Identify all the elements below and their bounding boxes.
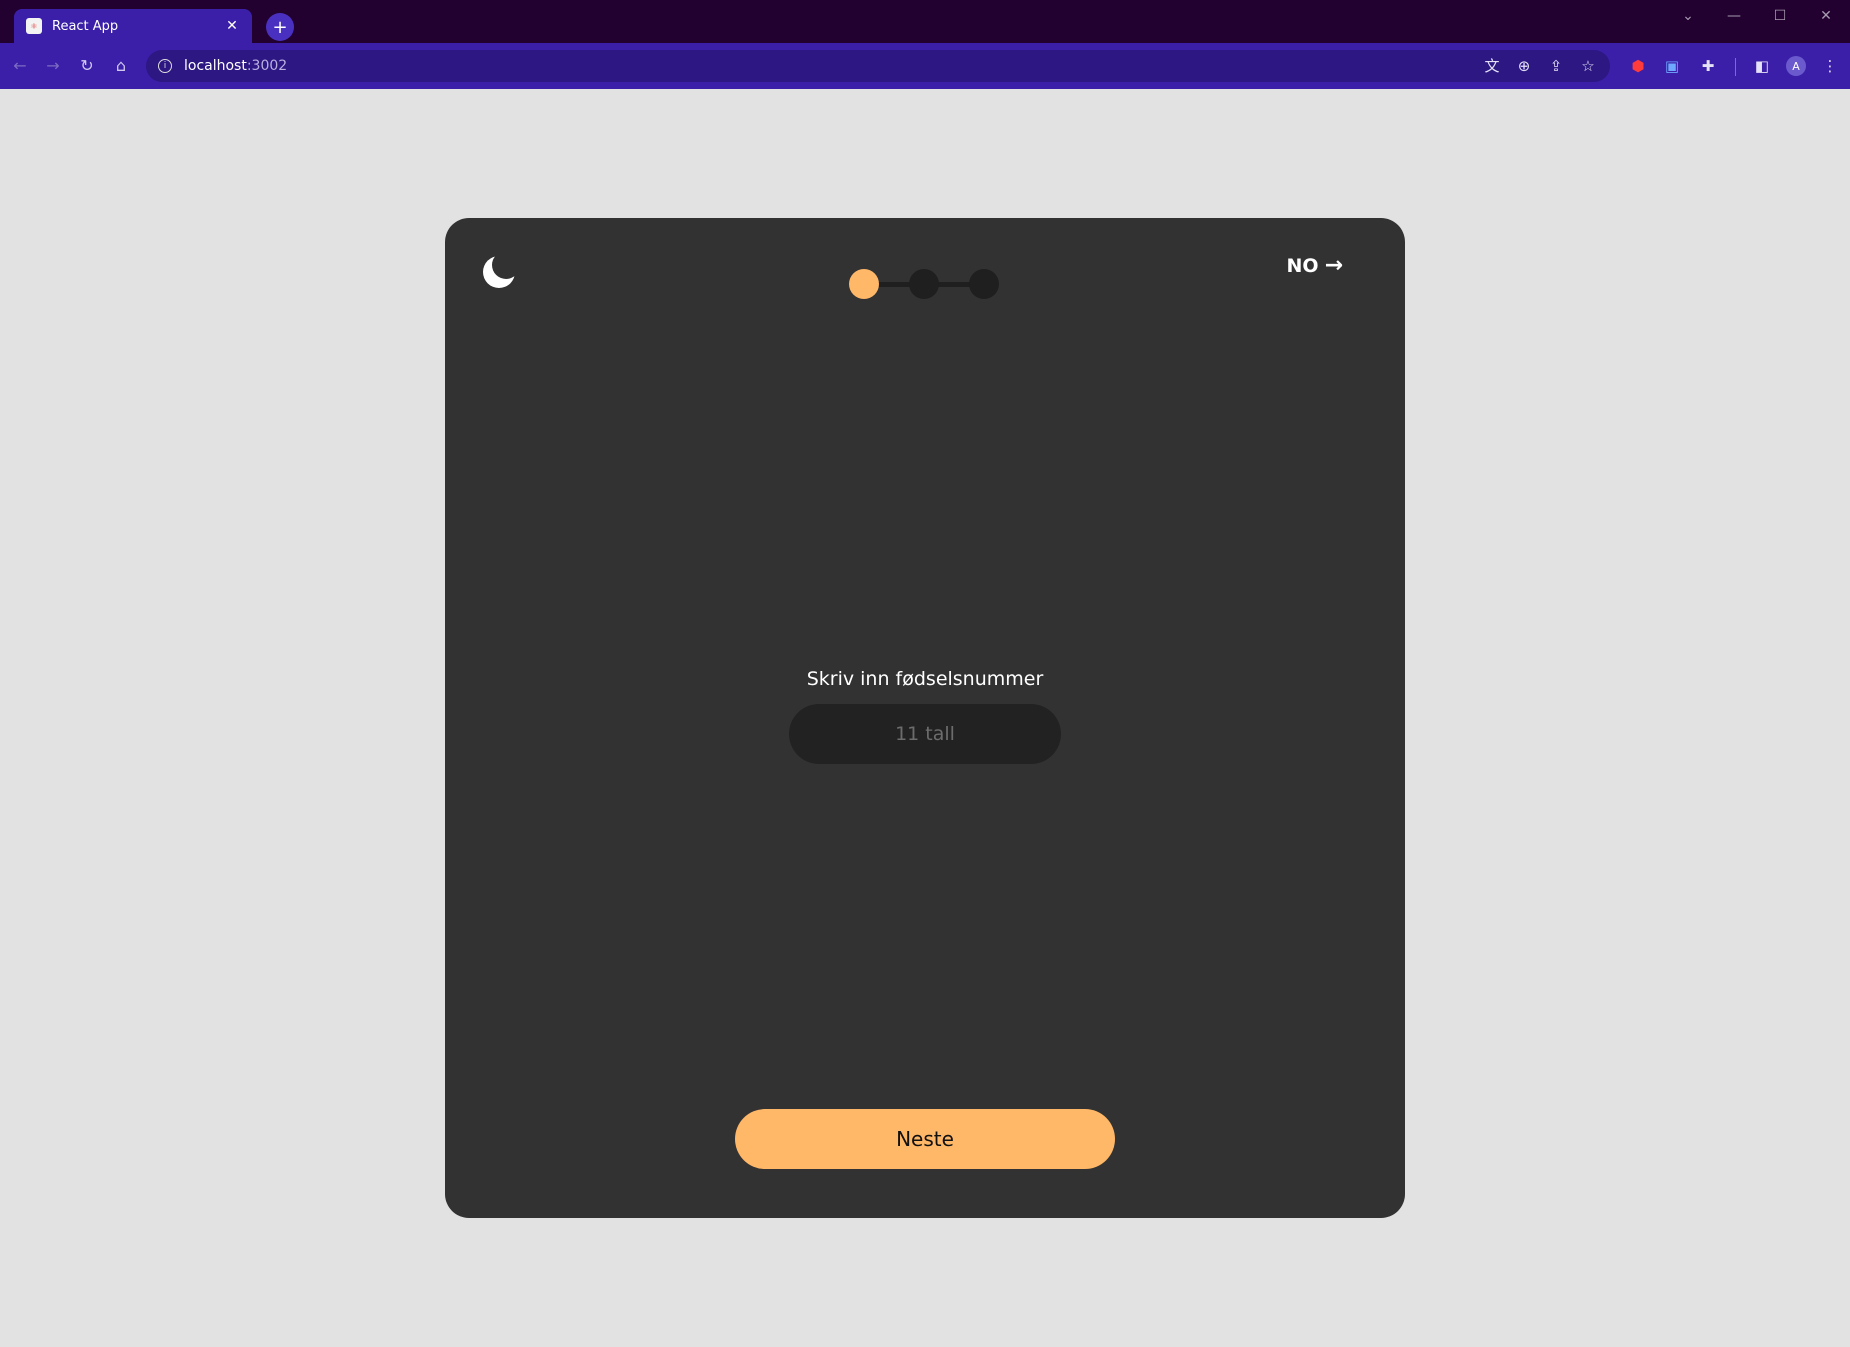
home-icon[interactable]: ⌂: [108, 53, 134, 79]
new-tab-button[interactable]: +: [266, 13, 294, 41]
browser-tab[interactable]: ⚛ React App ✕: [14, 9, 252, 43]
zoom-icon[interactable]: ⊕: [1512, 54, 1536, 78]
ssn-label: Skriv inn fødselsnummer: [806, 668, 1044, 690]
window-close-icon[interactable]: ✕: [1806, 4, 1846, 28]
step-connector: [937, 282, 973, 287]
react-favicon-icon: ⚛: [26, 18, 42, 34]
browser-toolbar: ← → ↻ ⌂ i localhost:3002 文 ⊕ ⇪ ☆ ⬢ ▣ ✚ ◧…: [0, 43, 1850, 89]
step-dot-2: [909, 269, 939, 299]
step-dot-1: [849, 269, 879, 299]
share-icon[interactable]: ⇪: [1544, 54, 1568, 78]
language-label: NO: [1286, 254, 1319, 277]
arrow-right-icon: →: [1324, 253, 1343, 278]
theme-toggle-moon-icon[interactable]: [481, 251, 520, 290]
language-switch[interactable]: NO →: [1287, 253, 1344, 278]
address-bar[interactable]: i localhost:3002: [146, 50, 1610, 82]
side-panel-icon[interactable]: ◧: [1750, 54, 1774, 78]
next-button[interactable]: Neste: [735, 1109, 1115, 1169]
back-icon[interactable]: ←: [7, 53, 33, 79]
progress-stepper: [849, 268, 1001, 300]
url-host: localhost: [184, 58, 247, 74]
profile-avatar[interactable]: A: [1786, 56, 1806, 76]
browser-menu-icon[interactable]: ⋮: [1818, 54, 1842, 78]
maximize-icon[interactable]: ☐: [1760, 4, 1800, 28]
browser-titlebar: ⚛ React App ✕ + ⌄ — ☐ ✕: [0, 0, 1850, 43]
url-port: :3002: [246, 58, 288, 74]
extension-document-icon[interactable]: ▣: [1660, 54, 1684, 78]
extensions-puzzle-icon[interactable]: ✚: [1696, 54, 1720, 78]
minimize-icon[interactable]: —: [1714, 4, 1754, 28]
step-dot-3: [969, 269, 999, 299]
extension-adblock-icon[interactable]: ⬢: [1626, 54, 1650, 78]
tab-close-icon[interactable]: ✕: [224, 18, 240, 34]
forward-icon[interactable]: →: [40, 53, 66, 79]
site-info-icon[interactable]: i: [158, 59, 172, 73]
reload-icon[interactable]: ↻: [74, 53, 100, 79]
step-connector: [877, 282, 913, 287]
tab-search-icon[interactable]: ⌄: [1668, 4, 1708, 28]
ssn-input[interactable]: [789, 704, 1061, 764]
registration-card: NO → Skriv inn fødselsnummer Neste: [445, 218, 1405, 1218]
translate-icon[interactable]: 文: [1480, 54, 1504, 78]
bookmark-star-icon[interactable]: ☆: [1576, 54, 1600, 78]
toolbar-separator: [1735, 58, 1736, 76]
tab-title: React App: [52, 18, 119, 34]
